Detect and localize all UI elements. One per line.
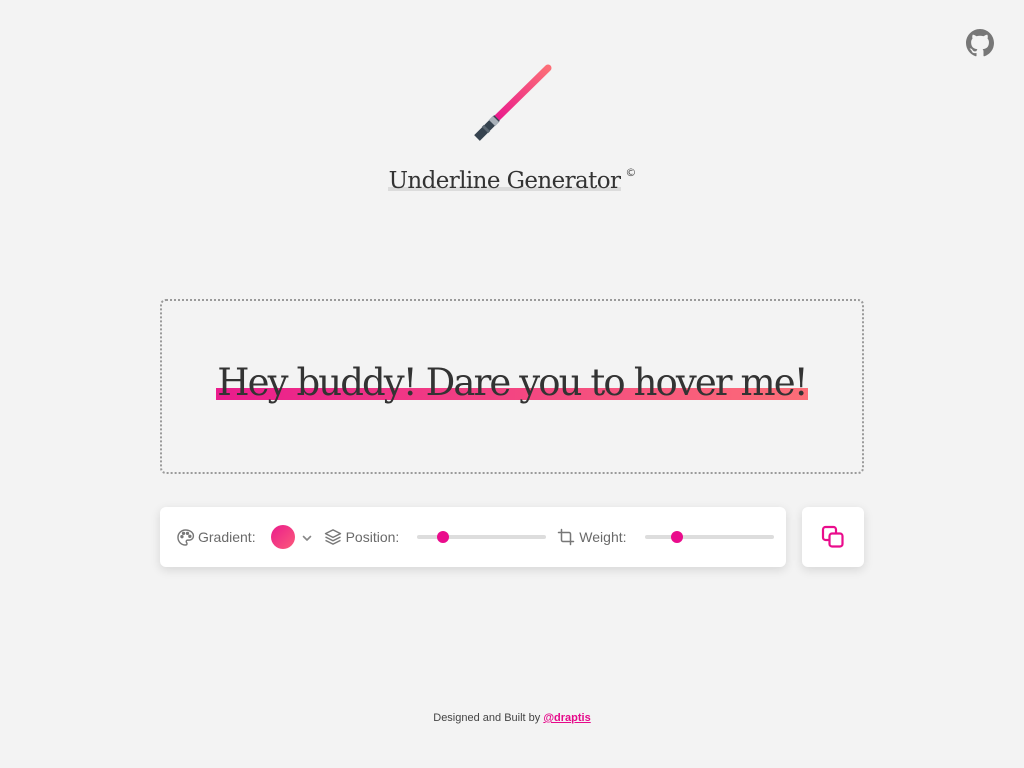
preview-box: Hey buddy! Dare you to hover me! bbox=[160, 299, 864, 474]
gradient-label: Gradient: bbox=[198, 529, 256, 545]
title-area: Underline Generator © bbox=[0, 166, 1024, 194]
page: Underline Generator © Hey buddy! Dare you… bbox=[0, 0, 1024, 768]
gradient-swatch[interactable] bbox=[270, 525, 295, 549]
copy-css-button[interactable] bbox=[802, 507, 864, 567]
position-slider[interactable] bbox=[417, 531, 547, 543]
palette-icon bbox=[175, 527, 195, 547]
chevron-down-icon bbox=[302, 535, 311, 541]
copyright-mark: © bbox=[625, 166, 637, 179]
weight-slider[interactable] bbox=[644, 531, 774, 543]
github-link[interactable] bbox=[966, 29, 994, 57]
weight-slider-thumb[interactable] bbox=[670, 531, 683, 543]
controls-panel: Gradient: Position: Weight: bbox=[160, 507, 786, 567]
crop-icon bbox=[556, 527, 576, 547]
author-link[interactable]: @draptis bbox=[543, 712, 590, 724]
page-title: Underline Generator bbox=[387, 168, 622, 194]
footer-credit: Designed and Built by bbox=[433, 712, 541, 724]
footer: Designed and Built by @draptis bbox=[0, 712, 1024, 724]
copy-icon bbox=[821, 525, 844, 548]
layers-icon bbox=[323, 527, 343, 547]
app-logo bbox=[470, 62, 556, 148]
weight-label: Weight: bbox=[579, 529, 627, 545]
position-label: Position: bbox=[345, 529, 400, 545]
position-slider-thumb[interactable] bbox=[437, 531, 450, 543]
preview-text[interactable]: Hey buddy! Dare you to hover me! bbox=[216, 361, 809, 404]
github-icon bbox=[966, 29, 994, 57]
lightsaber-icon bbox=[474, 64, 552, 141]
gradient-dropdown[interactable] bbox=[301, 531, 313, 543]
